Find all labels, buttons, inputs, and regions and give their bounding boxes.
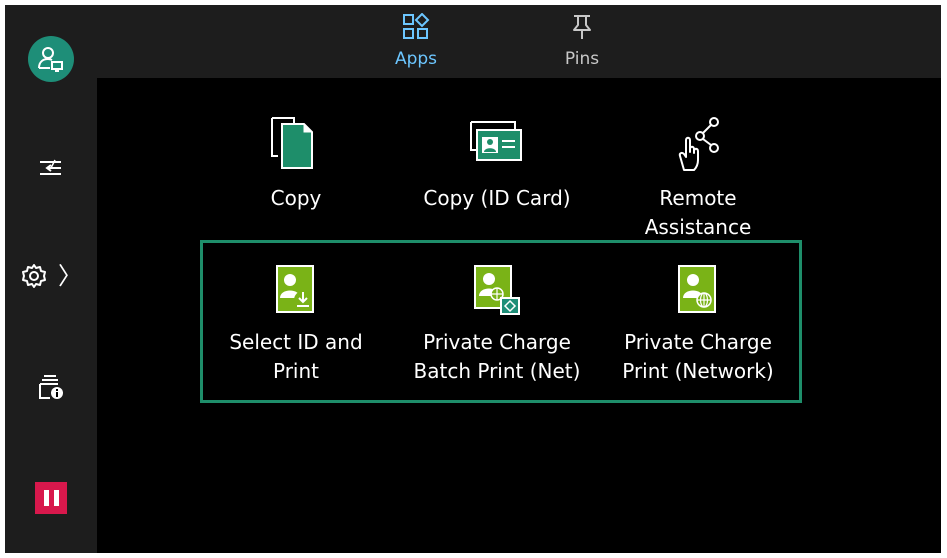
job-status-button[interactable]	[5, 138, 97, 198]
app-copy-label: Copy	[270, 186, 322, 210]
app-remote-assistance-label: Remote Assistance	[644, 186, 752, 239]
app-copy[interactable]: Copy	[201, 112, 391, 213]
login-button[interactable]	[5, 29, 97, 89]
printer-info-icon	[39, 375, 63, 399]
remote-assistance-icon	[678, 117, 719, 171]
pin-icon	[573, 15, 591, 39]
device-settings-button[interactable]: 〉	[5, 246, 97, 306]
app-copy-id-card-label: Copy (ID Card)	[423, 186, 571, 210]
app-remote-assistance[interactable]: Remote Assistance	[603, 112, 793, 242]
app-select-id-print[interactable]: Select ID and Print	[201, 256, 391, 386]
app-private-charge-batch-print-label: Private Charge Batch Print (Net)	[413, 330, 581, 383]
user-monitor-icon	[38, 47, 63, 72]
pause-button[interactable]	[5, 468, 97, 528]
app-private-charge-print-network-label: Private Charge Print (Network)	[622, 330, 774, 383]
tab-apps-label: Apps	[394, 49, 438, 69]
app-select-id-print-label: Select ID and Print	[229, 330, 363, 383]
user-avatar	[28, 36, 74, 82]
app-copy-id-card[interactable]: Copy (ID Card)	[402, 112, 592, 213]
private-network-print-icon	[678, 265, 716, 313]
apps-panel: Copy Copy (ID Card) Remote Assistance Se…	[105, 78, 931, 553]
app-private-charge-print-network[interactable]: Private Charge Print (Network)	[603, 256, 793, 386]
apps-grid-icon	[403, 13, 430, 39]
tab-pins-label: Pins	[564, 49, 600, 69]
app-private-charge-batch-print[interactable]: Private Charge Batch Print (Net)	[402, 256, 592, 386]
sidebar: 〉	[5, 5, 97, 553]
gear-icon	[22, 264, 46, 288]
tab-apps[interactable]: Apps	[371, 11, 461, 73]
device-screen: 〉 Apps Pins Copy Copy (ID Card) Remote A…	[5, 5, 941, 553]
private-batch-print-icon	[474, 265, 520, 315]
copy-icon	[271, 117, 313, 169]
top-bar: Apps Pins	[97, 5, 941, 78]
select-id-print-icon	[276, 265, 314, 313]
device-info-button[interactable]	[5, 357, 97, 417]
id-card-copy-icon	[470, 121, 522, 161]
pause-icon	[35, 482, 67, 514]
chevron-right-icon: 〉	[58, 262, 82, 290]
tab-pins[interactable]: Pins	[537, 11, 627, 73]
job-flow-icon	[40, 159, 61, 175]
